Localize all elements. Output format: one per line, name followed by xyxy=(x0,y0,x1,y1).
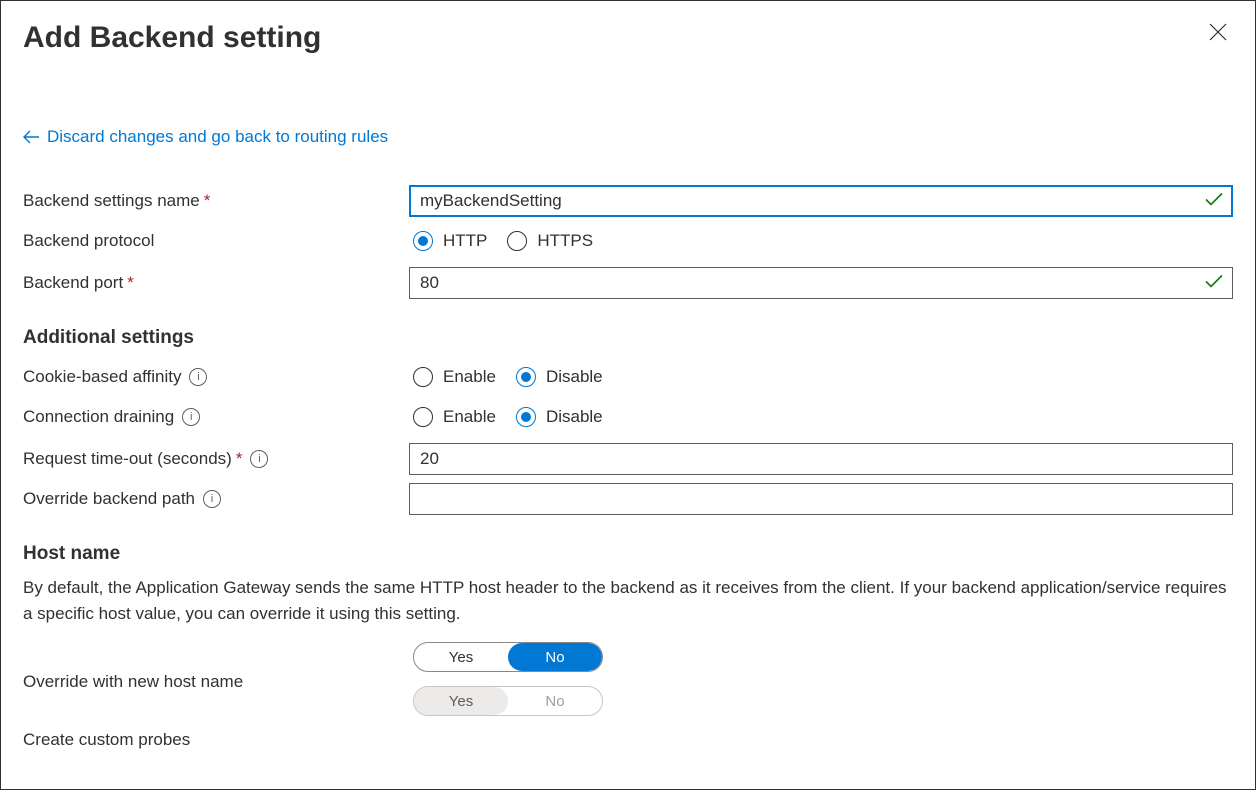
cookie-disable-radio[interactable]: Disable xyxy=(516,367,603,387)
override-host2-yes: Yes xyxy=(414,687,508,715)
protocol-radio-group: HTTP HTTPS xyxy=(413,231,1233,251)
timeout-input[interactable] xyxy=(409,443,1233,475)
cookie-enable-radio[interactable]: Enable xyxy=(413,367,496,387)
override-host-no[interactable]: No xyxy=(508,643,602,671)
radio-http-label: HTTP xyxy=(443,231,487,251)
cookie-radio-group: Enable Disable xyxy=(413,367,1233,387)
required-asterisk: * xyxy=(236,449,243,469)
label-cookie: Cookie-based affinity i xyxy=(23,367,413,387)
info-icon[interactable]: i xyxy=(189,368,207,386)
radio-https-label: HTTPS xyxy=(537,231,593,251)
row-port: Backend port * xyxy=(23,265,1233,301)
row-override-host: Override with new host name Yes No Yes N… xyxy=(23,642,1233,716)
backend-settings-panel: Add Backend setting Discard changes and … xyxy=(0,0,1256,790)
label-port: Backend port * xyxy=(23,273,409,293)
required-asterisk: * xyxy=(204,191,211,211)
radio-http[interactable]: HTTP xyxy=(413,231,487,251)
drain-disable-radio[interactable]: Disable xyxy=(516,407,603,427)
drain-disable-label: Disable xyxy=(546,407,603,427)
label-override-path-text: Override backend path xyxy=(23,489,195,509)
radio-circle-icon xyxy=(413,407,433,427)
additional-settings-head: Additional settings xyxy=(23,327,1233,349)
backend-port-input[interactable] xyxy=(409,267,1233,299)
info-icon[interactable]: i xyxy=(250,450,268,468)
radio-circle-icon xyxy=(516,407,536,427)
arrow-left-icon xyxy=(23,130,39,144)
row-name: Backend settings name * xyxy=(23,183,1233,219)
override-host-toggle: Yes No xyxy=(413,642,603,672)
override-path-input[interactable] xyxy=(409,483,1233,515)
cookie-enable-label: Enable xyxy=(443,367,496,387)
host-name-desc: By default, the Application Gateway send… xyxy=(23,575,1233,626)
discard-link-text: Discard changes and go back to routing r… xyxy=(47,127,388,147)
backend-name-input[interactable] xyxy=(409,185,1233,217)
label-name-text: Backend settings name xyxy=(23,191,200,211)
host-name-head: Host name xyxy=(23,543,1233,565)
label-override-path: Override backend path i xyxy=(23,489,409,509)
override-host2-no: No xyxy=(508,687,602,715)
row-cookie: Cookie-based affinity i Enable Disable xyxy=(23,359,1233,395)
radio-https[interactable]: HTTPS xyxy=(507,231,593,251)
override-host-toggle-secondary: Yes No xyxy=(413,686,603,716)
row-protocol: Backend protocol HTTP HTTPS xyxy=(23,223,1233,259)
info-icon[interactable]: i xyxy=(203,490,221,508)
label-drain-text: Connection draining xyxy=(23,407,174,427)
label-custom-probes: Create custom probes xyxy=(23,730,413,750)
drain-enable-label: Enable xyxy=(443,407,496,427)
close-icon xyxy=(1207,21,1229,43)
radio-circle-icon xyxy=(413,367,433,387)
label-drain: Connection draining i xyxy=(23,407,413,427)
name-input-wrap xyxy=(409,185,1233,217)
radio-circle-icon xyxy=(516,367,536,387)
radio-circle-icon xyxy=(507,231,527,251)
required-asterisk: * xyxy=(127,273,134,293)
close-button[interactable] xyxy=(1207,21,1229,43)
label-timeout: Request time-out (seconds) * i xyxy=(23,449,409,469)
row-custom-probes: Create custom probes xyxy=(23,722,1233,758)
panel-title: Add Backend setting xyxy=(23,21,1233,55)
label-cookie-text: Cookie-based affinity xyxy=(23,367,181,387)
discard-link[interactable]: Discard changes and go back to routing r… xyxy=(23,127,388,147)
drain-enable-radio[interactable]: Enable xyxy=(413,407,496,427)
row-drain: Connection draining i Enable Disable xyxy=(23,399,1233,435)
row-timeout: Request time-out (seconds) * i xyxy=(23,441,1233,477)
label-override-host: Override with new host name xyxy=(23,642,413,692)
form: Backend settings name * Backend protocol xyxy=(23,183,1233,758)
override-host-yes[interactable]: Yes xyxy=(414,643,508,671)
label-protocol: Backend protocol xyxy=(23,231,413,251)
info-icon[interactable]: i xyxy=(182,408,200,426)
cookie-disable-label: Disable xyxy=(546,367,603,387)
label-port-text: Backend port xyxy=(23,273,123,293)
drain-radio-group: Enable Disable xyxy=(413,407,1233,427)
row-override-path: Override backend path i xyxy=(23,481,1233,517)
label-timeout-text: Request time-out (seconds) xyxy=(23,449,232,469)
radio-circle-icon xyxy=(413,231,433,251)
port-input-wrap xyxy=(409,267,1233,299)
label-name: Backend settings name * xyxy=(23,191,409,211)
